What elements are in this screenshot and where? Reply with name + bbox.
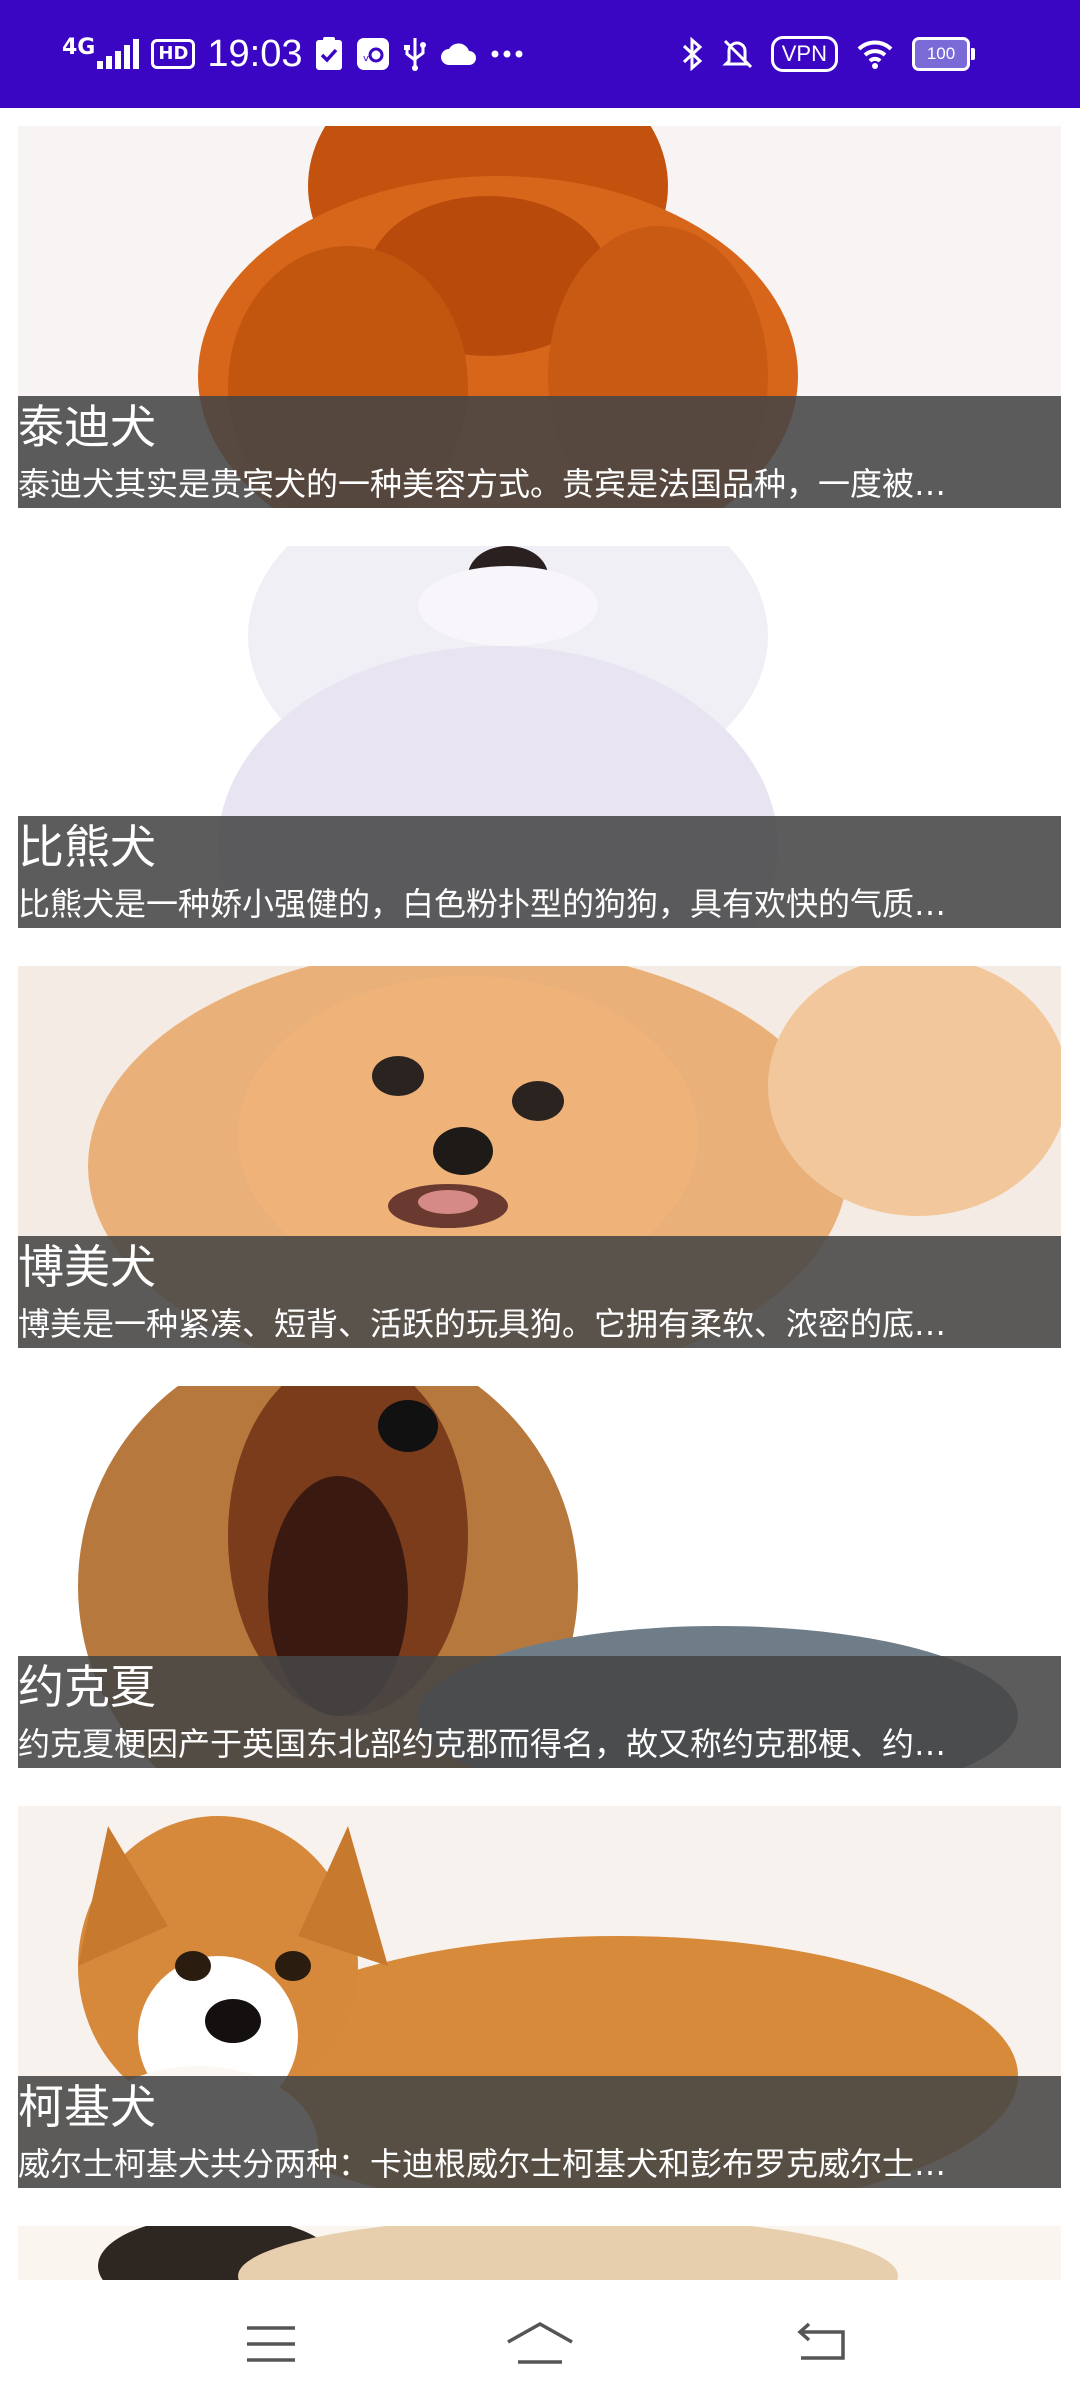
wifi-icon — [856, 39, 894, 69]
mute-bell-icon — [721, 37, 753, 71]
breed-description: 约克夏梗因产于英国东北部约克郡而得名，故又称约克郡梗、约… — [18, 1725, 947, 1763]
usb-icon — [402, 36, 428, 72]
cloud-icon — [440, 39, 478, 69]
battery-indicator: 100 — [912, 37, 975, 71]
more-dots-icon — [490, 49, 524, 59]
clipboard-check-icon — [314, 36, 344, 72]
breed-name: 比熊犬 — [18, 820, 156, 874]
status-bar: 4G HD 19:03 ᵥ VPN 100 — [0, 0, 1080, 108]
dog-breed-list[interactable]: 泰迪犬 泰迪犬其实是贵宾犬的一种美容方式。贵宾是法国品种，一度被… 比熊犬 比熊… — [0, 108, 1080, 2280]
clock: 19:03 — [207, 32, 303, 75]
home-button[interactable] — [495, 2306, 585, 2382]
back-icon — [797, 2322, 845, 2360]
breed-card[interactable]: 泰迪犬 泰迪犬其实是贵宾犬的一种美容方式。贵宾是法国品种，一度被… — [18, 126, 1061, 508]
menu-icon — [247, 2326, 295, 2362]
network-type: 4G — [62, 35, 96, 60]
cellular-signal: 4G — [62, 35, 140, 69]
breed-name: 柯基犬 — [18, 2080, 156, 2134]
breed-caption: 泰迪犬 泰迪犬其实是贵宾犬的一种美容方式。贵宾是法国品种，一度被… — [18, 396, 1061, 508]
back-button[interactable] — [778, 2306, 868, 2382]
breed-description: 威尔士柯基犬共分两种：卡迪根威尔士柯基犬和彭布罗克威尔士… — [18, 2145, 947, 2183]
breed-card[interactable]: 比熊犬 比熊犬是一种娇小强健的，白色粉扑型的狗狗，具有欢快的气质… — [18, 546, 1061, 928]
breed-caption: 博美犬 博美是一种紧凑、短背、活跃的玩具狗。它拥有柔软、浓密的底… — [18, 1236, 1061, 1348]
breed-card[interactable]: 约克夏 约克夏梗因产于英国东北部约克郡而得名，故又称约克郡梗、约… — [18, 1386, 1061, 1768]
status-right: VPN 100 — [681, 26, 975, 82]
breed-name: 博美犬 — [18, 1240, 156, 1294]
breed-caption: 比熊犬 比熊犬是一种娇小强健的，白色粉扑型的狗狗，具有欢快的气质… — [18, 816, 1061, 928]
breed-card[interactable]: 博美犬 博美是一种紧凑、短背、活跃的玩具狗。它拥有柔软、浓密的底… — [18, 966, 1061, 1348]
app-icon: ᵥ — [356, 37, 390, 71]
menu-button[interactable] — [226, 2306, 316, 2382]
breed-description: 泰迪犬其实是贵宾犬的一种美容方式。贵宾是法国品种，一度被… — [18, 465, 947, 503]
breed-caption: 柯基犬 威尔士柯基犬共分两种：卡迪根威尔士柯基犬和彭布罗克威尔士… — [18, 2076, 1061, 2188]
navigation-bar — [0, 2280, 1080, 2408]
signal-bars-icon — [97, 39, 140, 69]
breed-name: 泰迪犬 — [18, 400, 156, 454]
breed-card[interactable]: 柯基犬 威尔士柯基犬共分两种：卡迪根威尔士柯基犬和彭布罗克威尔士… — [18, 1806, 1061, 2188]
home-icon — [507, 2321, 573, 2364]
breed-description: 博美是一种紧凑、短背、活跃的玩具狗。它拥有柔软、浓密的底… — [18, 1305, 947, 1343]
vpn-badge: VPN — [770, 36, 838, 72]
hd-badge: HD — [151, 39, 196, 69]
breed-card[interactable] — [18, 2226, 1061, 2280]
breed-description: 比熊犬是一种娇小强健的，白色粉扑型的狗狗，具有欢快的气质… — [18, 885, 947, 923]
breed-caption: 约克夏 约克夏梗因产于英国东北部约克郡而得名，故又称约克郡梗、约… — [18, 1656, 1061, 1768]
status-left: 4G HD 19:03 ᵥ — [62, 26, 524, 82]
dog-photo-partial — [18, 2226, 1061, 2280]
breed-name: 约克夏 — [18, 1660, 156, 1714]
bluetooth-icon — [681, 37, 703, 71]
